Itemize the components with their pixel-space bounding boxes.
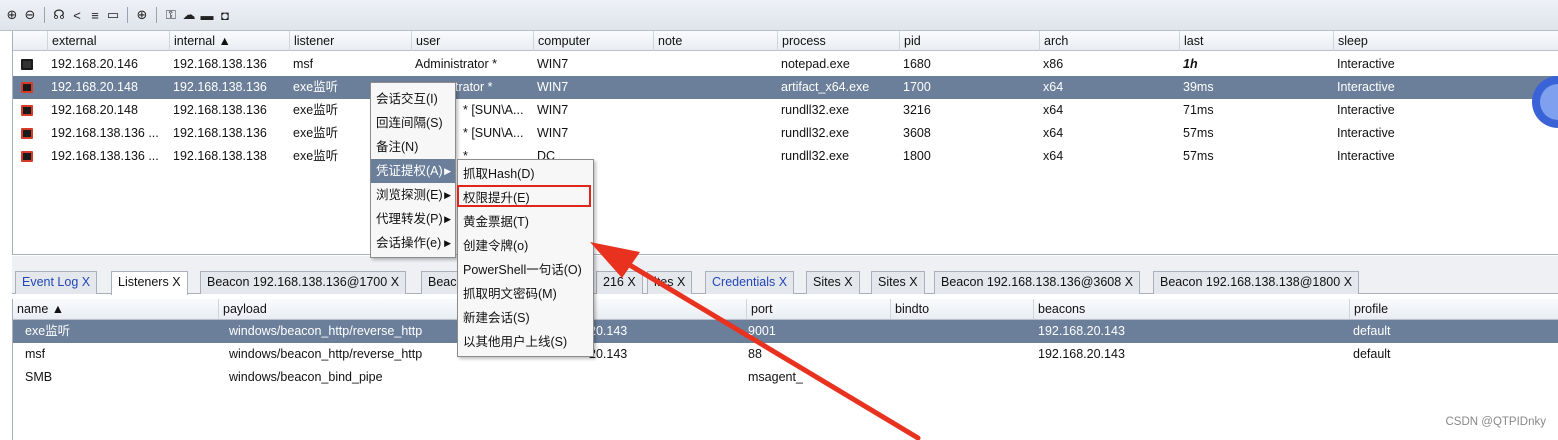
arrow-head <box>590 242 640 278</box>
arrow-shaft <box>615 255 921 440</box>
annotation-arrow <box>590 242 921 440</box>
floating-assistant-icon[interactable] <box>1528 72 1558 132</box>
watermark: CSDN @QTPIDnky <box>1445 416 1547 428</box>
